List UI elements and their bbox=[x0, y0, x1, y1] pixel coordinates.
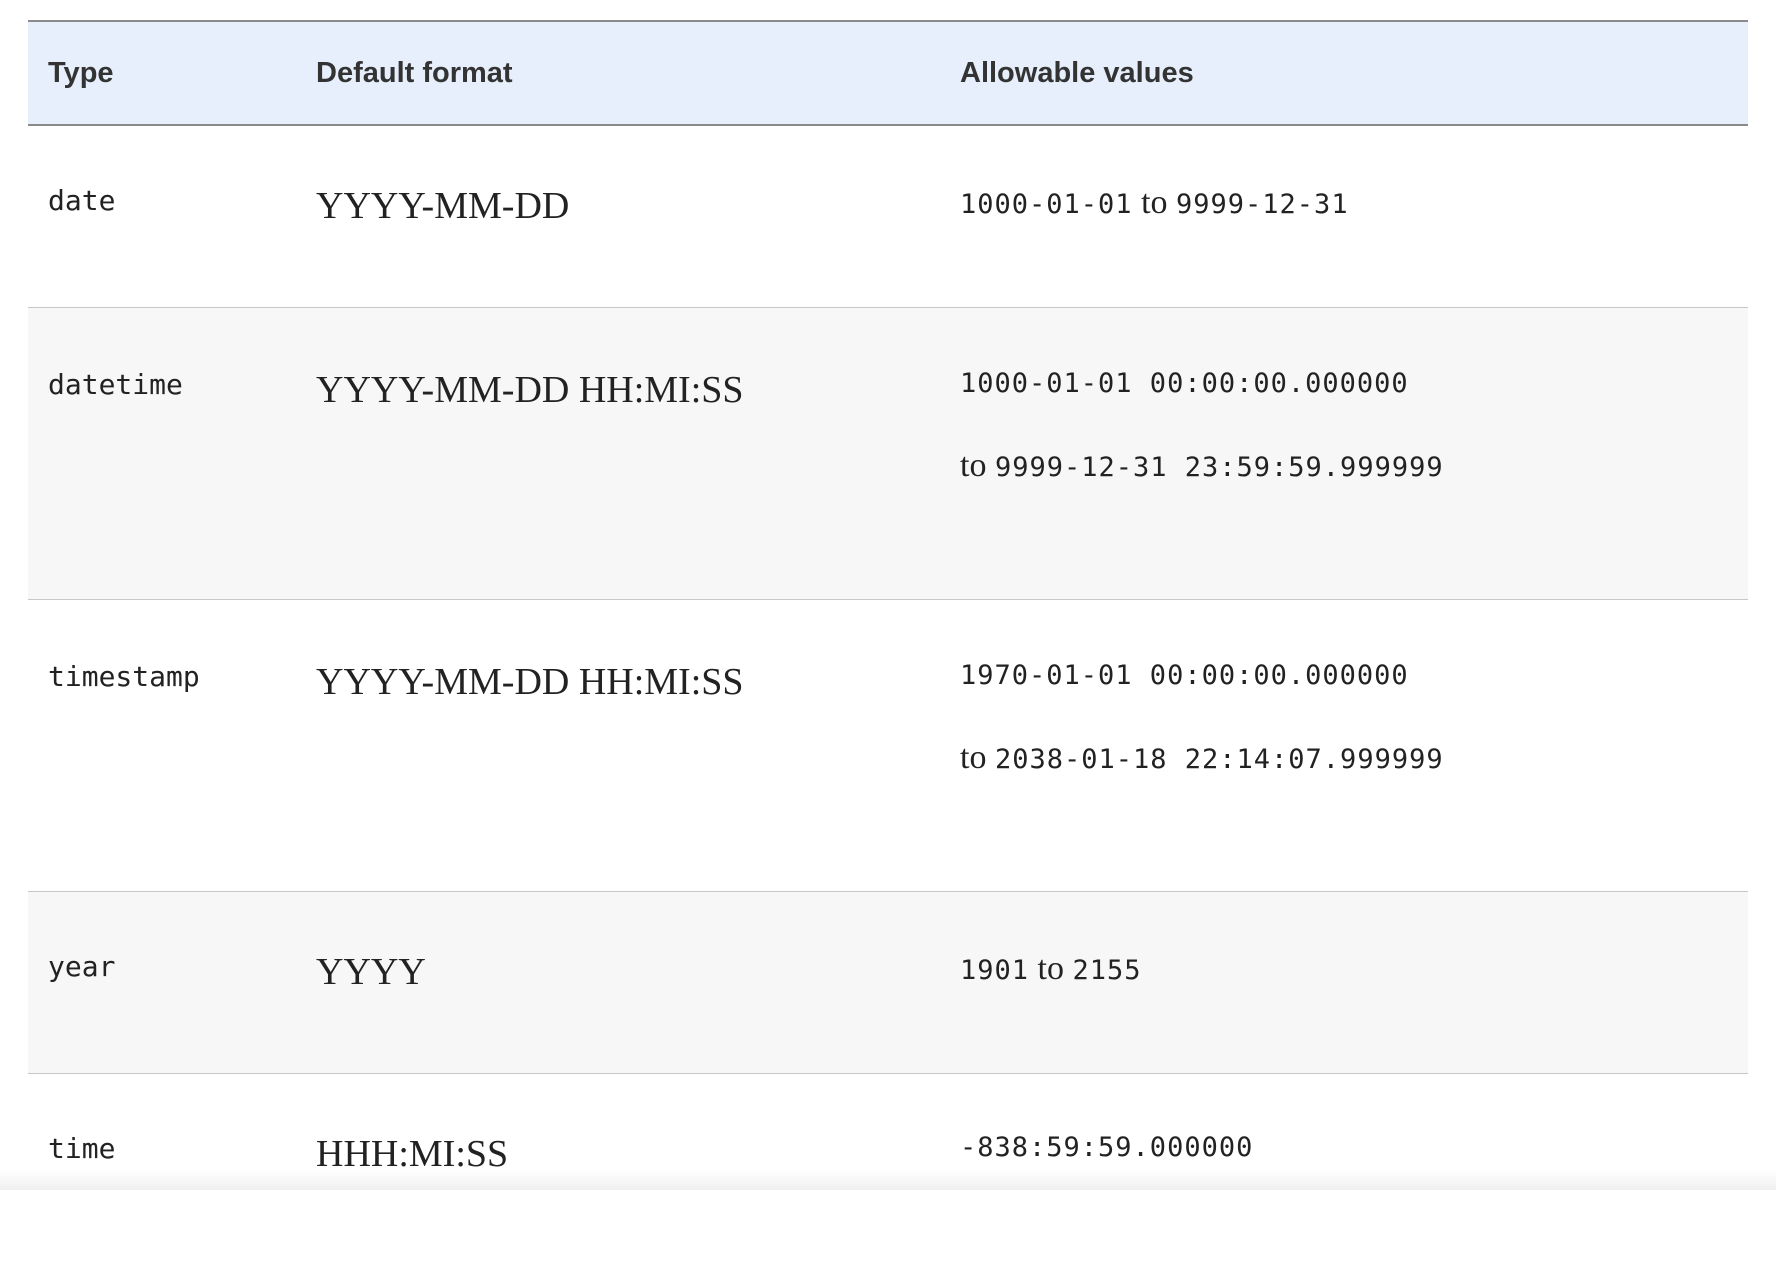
format-cell: YYYY bbox=[316, 951, 426, 993]
values-cell: 1970-01-01 00:00:00.000000 to 2038-01-18… bbox=[960, 600, 1748, 777]
type-cell: time bbox=[48, 1132, 116, 1165]
range-start: 1000-01-01 00:00:00.000000 bbox=[960, 368, 1409, 399]
table-row: timestamp YYYY-MM-DD HH:MI:SS 1970-01-01… bbox=[28, 600, 1748, 892]
range-end-line: to 9999-12-31 23:59:59.999999 bbox=[960, 447, 1748, 485]
range-end: 2038-01-18 22:14:07.999999 bbox=[994, 744, 1444, 775]
range-end-line: to 2038-01-18 22:14:07.999999 bbox=[960, 739, 1748, 777]
range-to: to bbox=[1132, 184, 1177, 221]
format-cell: YYYY-MM-DD bbox=[316, 185, 570, 227]
range-to: to bbox=[1029, 950, 1073, 987]
values-cell: 1901 to 2155 bbox=[960, 892, 1748, 988]
range-start: -838:59:59.000000 bbox=[960, 1132, 1254, 1163]
table-row: year YYYY 1901 to 2155 bbox=[28, 892, 1748, 1074]
type-cell: date bbox=[48, 184, 116, 217]
range-end: 2155 bbox=[1072, 955, 1142, 986]
header-default-format: Default format bbox=[316, 56, 513, 89]
type-cell: year bbox=[48, 950, 116, 983]
format-cell: YYYY-MM-DD HH:MI:SS bbox=[316, 369, 744, 411]
range-start: 1970-01-01 00:00:00.000000 bbox=[960, 660, 1409, 691]
format-cell: HHH:MI:SS bbox=[316, 1133, 509, 1175]
header-allowable-values: Allowable values bbox=[960, 56, 1194, 89]
table-row: datetime YYYY-MM-DD HH:MI:SS 1000-01-01 … bbox=[28, 308, 1748, 600]
range-start: 1901 bbox=[960, 955, 1030, 986]
range-end: 9999-12-31 23:59:59.999999 bbox=[994, 452, 1444, 483]
values-cell: 1000-01-01 00:00:00.000000 to 9999-12-31… bbox=[960, 308, 1748, 485]
bottom-edge-shadow bbox=[0, 1170, 1776, 1190]
range-to: to bbox=[960, 447, 995, 484]
format-cell: YYYY-MM-DD HH:MI:SS bbox=[316, 661, 744, 703]
table-row: date YYYY-MM-DD 1000-01-01 to 9999-12-31 bbox=[28, 126, 1748, 308]
header-type: Type bbox=[48, 56, 114, 89]
table-header: Type Default format Allowable values bbox=[28, 22, 1748, 126]
range-end: 9999-12-31 bbox=[1176, 189, 1349, 220]
range-start: 1000-01-01 bbox=[960, 189, 1133, 220]
values-cell: 1000-01-01 to 9999-12-31 bbox=[960, 126, 1748, 222]
type-cell: timestamp bbox=[48, 660, 200, 693]
date-types-table: Type Default format Allowable values dat… bbox=[28, 20, 1748, 1274]
range-to: to bbox=[960, 739, 995, 776]
values-cell: -838:59:59.000000 bbox=[960, 1074, 1748, 1163]
type-cell: datetime bbox=[48, 368, 183, 401]
